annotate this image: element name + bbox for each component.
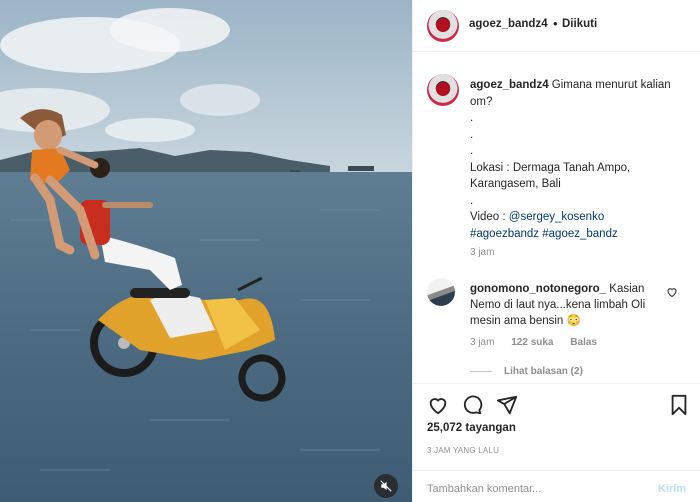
- caption-timestamp: 3 jam: [470, 247, 495, 258]
- heart-icon[interactable]: [427, 394, 449, 416]
- follow-status-button[interactable]: Diikuti: [562, 18, 597, 30]
- mute-button[interactable]: [374, 474, 398, 498]
- post-video[interactable]: [0, 0, 412, 502]
- caption-text: agoez_bandz4 Gimana menurut kalian om? .…: [470, 77, 685, 242]
- comments-section[interactable]: agoez_bandz4 Gimana menurut kalian om? .…: [413, 53, 700, 383]
- caption-avatar[interactable]: [427, 74, 459, 106]
- comment-likes[interactable]: 122 suka: [511, 337, 553, 348]
- comment-input[interactable]: Tambahkan komentar...: [427, 483, 541, 495]
- reply-button[interactable]: Balas: [570, 337, 597, 348]
- post-side-panel: agoez_bandz4 • Diikuti agoez_bandz4 Gima…: [412, 0, 700, 502]
- speaker-muted-icon: [380, 480, 392, 492]
- share-icon[interactable]: [496, 394, 518, 416]
- hashtag-link[interactable]: #agoez_bandz: [542, 228, 617, 240]
- caption-video-label: Video :: [470, 211, 509, 223]
- caption-body: Gimana menurut kalian om? . . . Lokasi :…: [470, 79, 671, 207]
- separator-dot: •: [553, 16, 558, 31]
- comment-timestamp: 3 jam: [470, 337, 495, 348]
- add-comment-bar: Tambahkan komentar... Kirim: [413, 470, 700, 502]
- heart-icon[interactable]: [666, 286, 678, 298]
- hashtag-link[interactable]: #agoezbandz: [470, 228, 539, 240]
- video-frame: [0, 0, 412, 502]
- commenter-username[interactable]: gonomono_notonegoro_: [470, 283, 606, 295]
- author-username[interactable]: agoez_bandz4: [469, 18, 548, 30]
- comment-text: gonomono_notonegoro_ Kasian Nemo di laut…: [470, 281, 670, 329]
- caption-username[interactable]: agoez_bandz4: [470, 79, 549, 91]
- view-replies[interactable]: Lihat balasan (2): [470, 366, 583, 377]
- comment-icon[interactable]: [461, 394, 483, 416]
- commenter-avatar[interactable]: [427, 278, 455, 306]
- mention-link[interactable]: @sergey_kosenko: [509, 211, 604, 223]
- post-header: agoez_bandz4 • Diikuti: [413, 0, 700, 52]
- view-count[interactable]: 25,072 tayangan: [427, 422, 516, 434]
- bookmark-icon[interactable]: [668, 394, 690, 416]
- author-avatar[interactable]: [427, 10, 459, 42]
- send-button[interactable]: Kirim: [658, 483, 686, 495]
- posted-time: 3 JAM YANG LALU: [427, 446, 500, 455]
- action-bar: [413, 383, 700, 423]
- view-replies-label: Lihat balasan (2): [504, 366, 583, 377]
- comment-meta: 3 jam 122 suka Balas: [470, 337, 611, 348]
